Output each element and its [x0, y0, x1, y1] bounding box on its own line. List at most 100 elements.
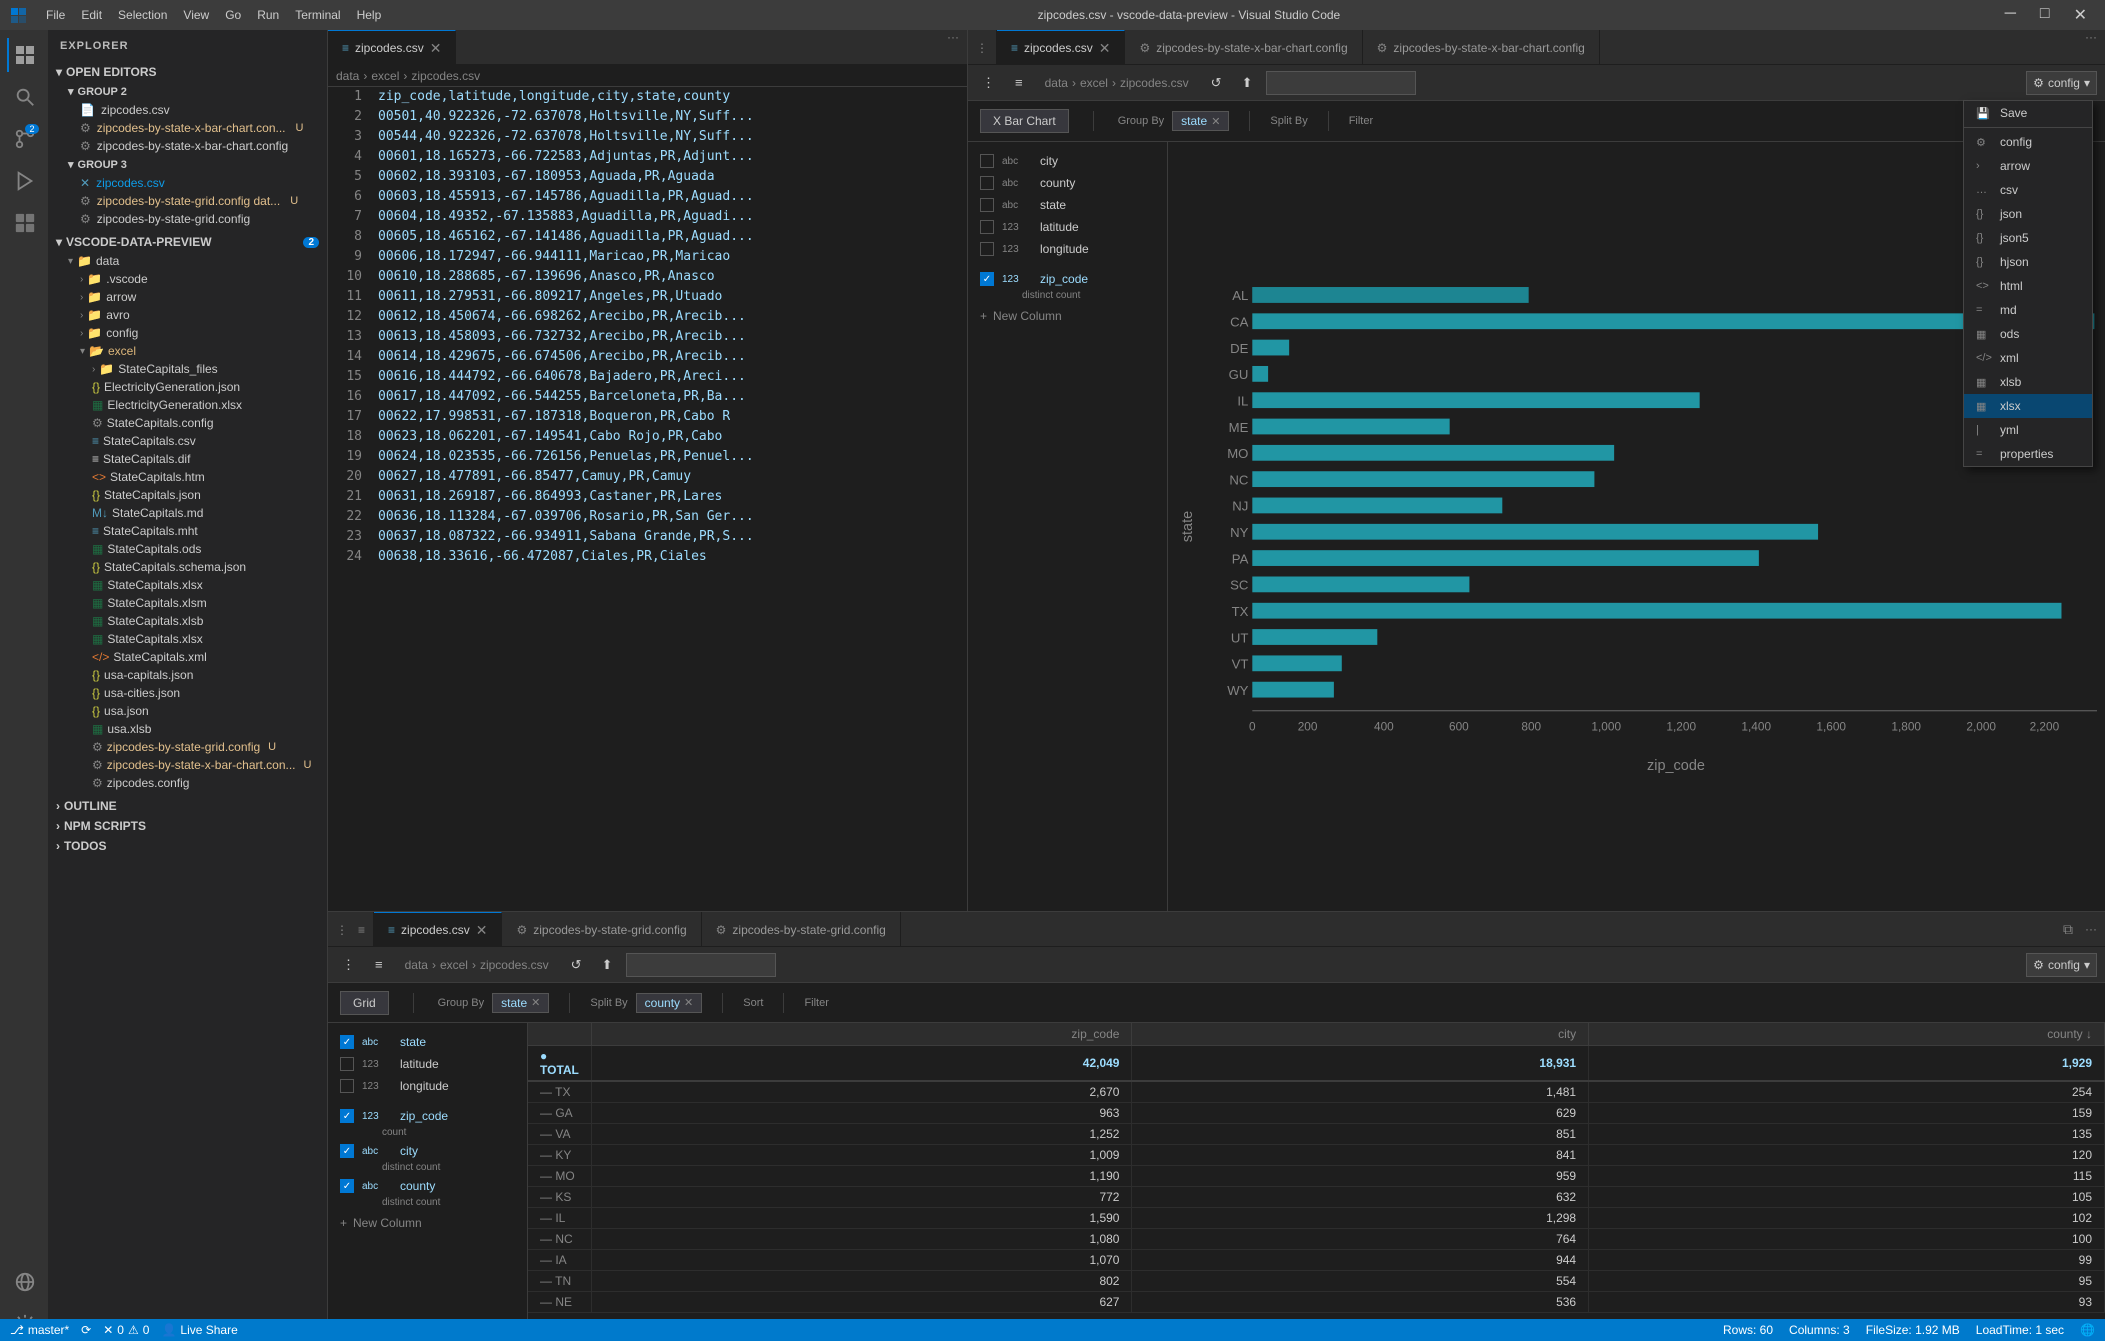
- grid-city-checkbox[interactable]: ✓: [340, 1144, 354, 1158]
- chart-tab-more[interactable]: ···: [2077, 30, 2105, 64]
- tree-sc-xlsm[interactable]: ▦ StateCapitals.xlsm: [48, 594, 327, 612]
- grid-col-county[interactable]: ✓ abc county: [328, 1175, 527, 1197]
- col-state[interactable]: abc state: [968, 194, 1167, 216]
- activity-explorer[interactable]: [7, 38, 41, 72]
- tree-sc-xlsb[interactable]: ▦ StateCapitals.xlsb: [48, 612, 327, 630]
- grid-tab-close[interactable]: ✕: [476, 922, 488, 939]
- sidebar-item-zipcodes-csv-g2[interactable]: 📄 zipcodes.csv: [48, 101, 327, 119]
- menu-help[interactable]: Help: [357, 8, 382, 22]
- tree-sc-htm[interactable]: <> StateCapitals.htm: [48, 468, 327, 486]
- tree-sc-xlsx2[interactable]: ▦ StateCapitals.xlsx: [48, 630, 327, 648]
- tab-close-btn[interactable]: ✕: [430, 40, 442, 57]
- dropdown-html[interactable]: <> html: [1964, 274, 2092, 298]
- tree-data-folder[interactable]: ▾ 📁 data: [48, 252, 327, 270]
- grid-col-city[interactable]: ✓ abc city: [328, 1140, 527, 1162]
- tree-zipcodes-config[interactable]: ⚙ zipcodes.config: [48, 774, 327, 792]
- grid-split-tag-close[interactable]: ✕: [684, 996, 693, 1009]
- toolbar-refresh-btn[interactable]: ↺: [1205, 71, 1228, 95]
- tree-avro-folder[interactable]: › 📁 avro: [48, 306, 327, 324]
- close-btn[interactable]: ✕: [2066, 5, 2095, 25]
- col-city[interactable]: abc city: [968, 150, 1167, 172]
- toolbar-settings-btn[interactable]: ⋮: [976, 71, 1001, 95]
- grid-add-column-btn[interactable]: + New Column: [328, 1210, 527, 1236]
- col-county[interactable]: abc county: [968, 172, 1167, 194]
- chart-bc-zipcodes[interactable]: zipcodes.csv: [1120, 76, 1189, 90]
- status-errors[interactable]: ✕ 0 ⚠ 0: [103, 1323, 149, 1337]
- menu-run[interactable]: Run: [257, 8, 279, 22]
- grid-lat-checkbox[interactable]: [340, 1057, 354, 1071]
- grid-lon-checkbox[interactable]: [340, 1079, 354, 1093]
- grid-toolbar-settings[interactable]: ⋮: [336, 953, 361, 977]
- menu-go[interactable]: Go: [225, 8, 241, 22]
- status-loadtime[interactable]: LoadTime: 1 sec: [1976, 1323, 2064, 1337]
- menu-view[interactable]: View: [183, 8, 209, 22]
- grid-refresh-btn[interactable]: ↺: [565, 953, 588, 977]
- outline-header[interactable]: › OUTLINE: [48, 796, 327, 816]
- tree-usa-capitals-json[interactable]: {} usa-capitals.json: [48, 666, 327, 684]
- menu-terminal[interactable]: Terminal: [295, 8, 340, 22]
- th-city[interactable]: city: [1132, 1023, 1589, 1046]
- col-zipcode-checked[interactable]: ✓ 123 zip_code: [968, 268, 1167, 290]
- status-filesize[interactable]: FileSize: 1.92 MB: [1866, 1323, 1960, 1337]
- menu-selection[interactable]: Selection: [118, 8, 167, 22]
- sidebar-item-xbar-config2-g2[interactable]: ⚙ zipcodes-by-state-x-bar-chart.config: [48, 137, 327, 155]
- tree-electricity-json[interactable]: {} ElectricityGeneration.json: [48, 378, 327, 396]
- dropdown-csv[interactable]: … csv: [1964, 178, 2092, 202]
- todos-header[interactable]: › TODOS: [48, 836, 327, 856]
- lat-checkbox[interactable]: [980, 220, 994, 234]
- grid-tab-zipcodes[interactable]: ≡ zipcodes.csv ✕: [374, 912, 502, 947]
- chart-tab-config1[interactable]: ⚙ zipcodes-by-state-x-bar-chart.config: [1125, 30, 1362, 65]
- dropdown-json5[interactable]: {} json5: [1964, 226, 2092, 250]
- tree-usa-cities-json[interactable]: {} usa-cities.json: [48, 684, 327, 702]
- menu-edit[interactable]: Edit: [81, 8, 102, 22]
- tree-zipcodes-grid-config[interactable]: ⚙ zipcodes-by-state-grid.config U: [48, 738, 327, 756]
- dropdown-md[interactable]: = md: [1964, 298, 2092, 322]
- tree-sc-ods[interactable]: ▦ StateCapitals.ods: [48, 540, 327, 558]
- tree-sc-mht[interactable]: ≡ StateCapitals.mht: [48, 522, 327, 540]
- tree-sc-md[interactable]: M↓ StateCapitals.md: [48, 504, 327, 522]
- activity-remote[interactable]: [7, 1265, 41, 1299]
- chart-tab-config2[interactable]: ⚙ zipcodes-by-state-x-bar-chart.config: [1363, 30, 1600, 65]
- dropdown-ods[interactable]: ▦ ods: [1964, 322, 2092, 346]
- group3-header[interactable]: ▾ GROUP 3: [48, 155, 327, 174]
- grid-table-area[interactable]: zip_code city county ↓ ● TOTAL 42,049 18…: [528, 1023, 2105, 1341]
- status-liveshare[interactable]: 👤 Live Share: [161, 1323, 237, 1337]
- grid-tab-config1[interactable]: ⚙ zipcodes-by-state-grid.config: [502, 912, 701, 947]
- grid-col-latitude[interactable]: 123 latitude: [328, 1053, 527, 1075]
- tree-sc-schema-json[interactable]: {} StateCapitals.schema.json: [48, 558, 327, 576]
- tree-excel-folder[interactable]: ▾ 📂 excel: [48, 342, 327, 360]
- grid-toolbar-list[interactable]: ≡: [369, 953, 389, 976]
- activity-source-control[interactable]: 2: [7, 122, 41, 156]
- tree-arrow-folder[interactable]: › 📁 arrow: [48, 288, 327, 306]
- dropdown-hjson[interactable]: {} hjson: [1964, 250, 2092, 274]
- tree-usa-json[interactable]: {} usa.json: [48, 702, 327, 720]
- county-checkbox[interactable]: [980, 176, 994, 190]
- grid-bc-excel[interactable]: excel: [440, 958, 468, 972]
- minimize-btn[interactable]: ─: [1997, 5, 2024, 25]
- status-branch[interactable]: ⎇ master*: [10, 1323, 69, 1337]
- menu-file[interactable]: File: [46, 8, 65, 22]
- th-zipcode[interactable]: zip_code: [591, 1023, 1132, 1046]
- chart-bc-data[interactable]: data: [1045, 76, 1068, 90]
- add-column-btn[interactable]: + New Column: [968, 303, 1167, 329]
- grid-county-checkbox[interactable]: ✓: [340, 1179, 354, 1193]
- status-sync[interactable]: ⟳: [81, 1323, 91, 1337]
- tree-sc-json[interactable]: {} StateCapitals.json: [48, 486, 327, 504]
- breadcrumb-zipcodes[interactable]: zipcodes.csv: [411, 69, 480, 83]
- grid-type-btn[interactable]: Grid: [340, 991, 389, 1015]
- dropdown-json[interactable]: {} json: [1964, 202, 2092, 226]
- tree-sc-config[interactable]: ⚙ StateCapitals.config: [48, 414, 327, 432]
- config-dropdown[interactable]: ⚙ config ▾: [2026, 71, 2097, 95]
- chart-tab-close[interactable]: ✕: [1099, 40, 1111, 57]
- sidebar-item-grid-config2-g3[interactable]: ⚙ zipcodes-by-state-grid.config: [48, 210, 327, 228]
- vscode-data-preview-header[interactable]: ▾ VSCODE-DATA-PREVIEW 2: [48, 232, 327, 252]
- group2-header[interactable]: ▾ GROUP 2: [48, 82, 327, 101]
- activity-extensions[interactable]: [7, 206, 41, 240]
- chart-type-btn[interactable]: X Bar Chart: [980, 109, 1069, 133]
- state-checkbox[interactable]: [980, 198, 994, 212]
- grid-bc-zipcodes[interactable]: zipcodes.csv: [480, 958, 549, 972]
- tab-more-btn[interactable]: ···: [939, 30, 967, 64]
- sidebar-item-xbar-config-g2[interactable]: ⚙ zipcodes-by-state-x-bar-chart.con... U: [48, 119, 327, 137]
- maximize-btn[interactable]: □: [2032, 5, 2058, 25]
- grid-zip-checkbox[interactable]: ✓: [340, 1109, 354, 1123]
